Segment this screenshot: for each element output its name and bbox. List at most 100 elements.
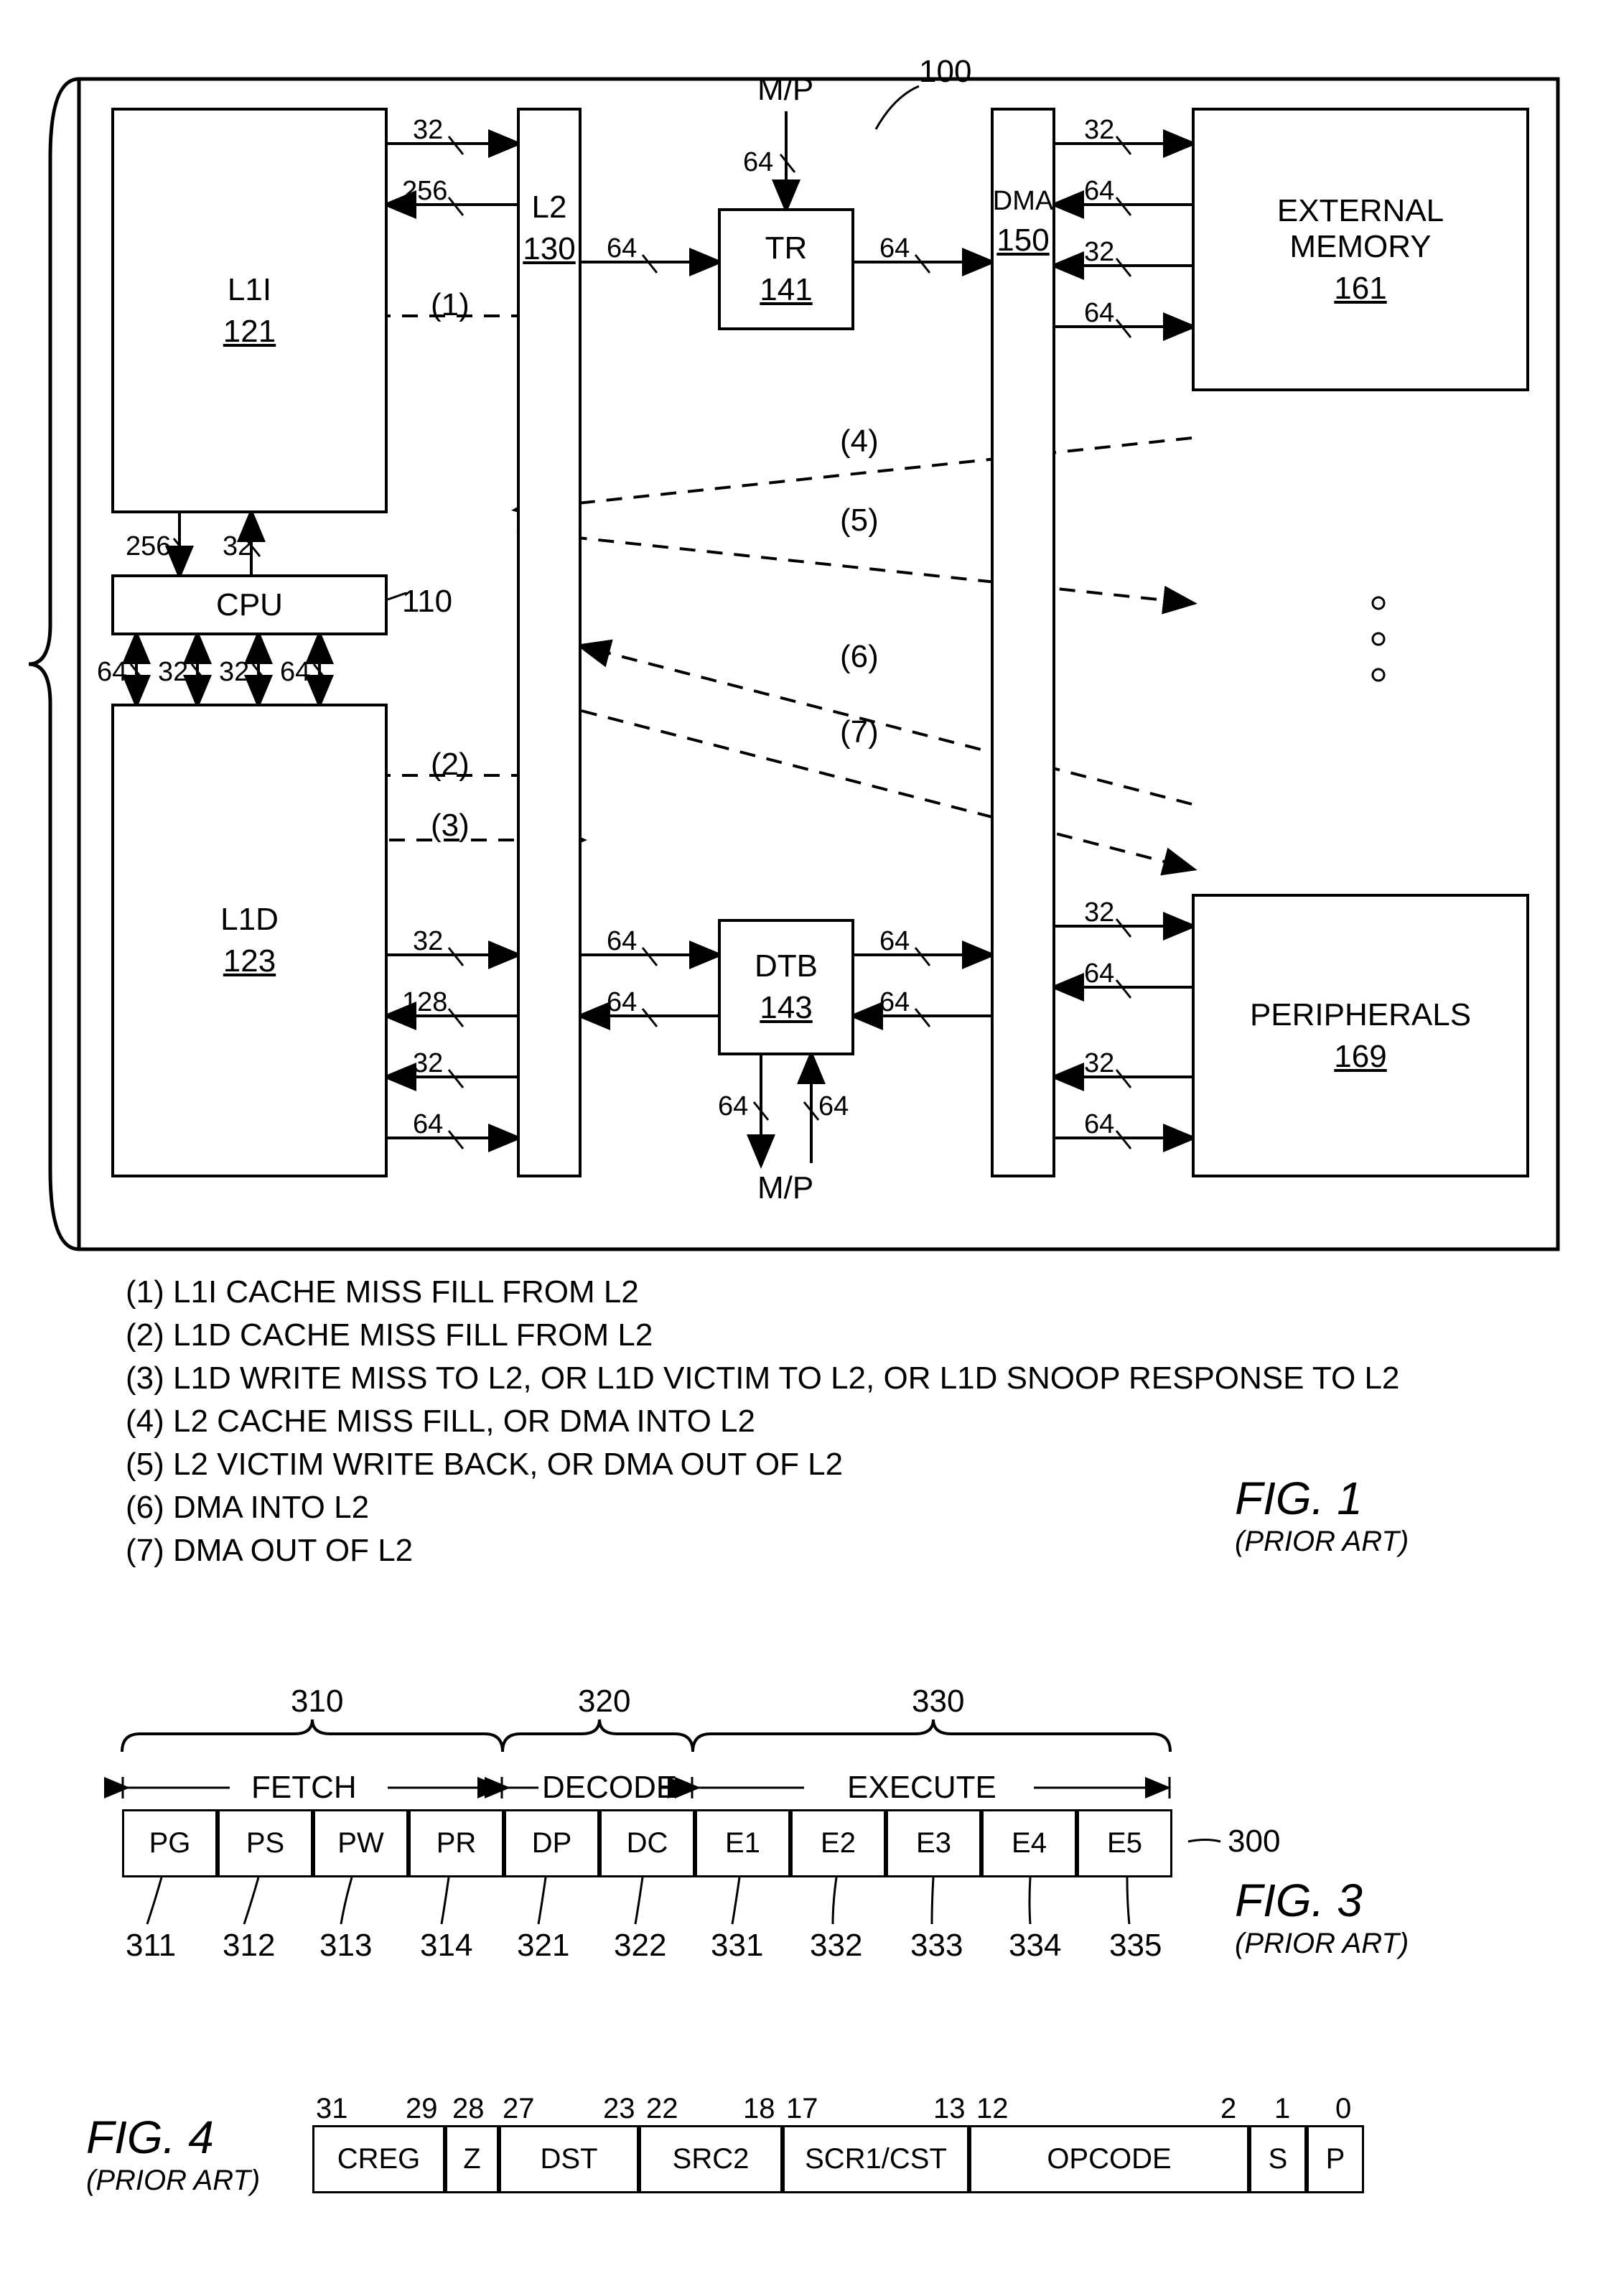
block-dma: DMA 150 <box>991 108 1055 1177</box>
bit-28: 28 <box>452 2093 485 2125</box>
block-l2-label: L2 <box>532 190 567 225</box>
block-extmem: EXTERNAL MEMORY 161 <box>1192 108 1529 391</box>
bit-18: 18 <box>743 2093 775 2125</box>
field-src2: SRC2 <box>639 2125 783 2193</box>
bw-dtb-dma-a: 64 <box>879 926 910 957</box>
block-cpu-label: CPU <box>216 587 283 623</box>
block-tr: TR 141 <box>718 208 854 330</box>
bit-27: 27 <box>503 2093 535 2125</box>
block-l1d-ref: 123 <box>223 943 276 979</box>
fig3-ref-320: 320 <box>578 1684 630 1719</box>
fig3-ref-330: 330 <box>912 1684 964 1719</box>
bw-tr-dma: 64 <box>879 233 910 264</box>
bw-dma-per-d: 64 <box>1084 1109 1114 1140</box>
bw-l1i-l2-b: 256 <box>402 176 447 207</box>
legend-6: (6) DMA INTO L2 <box>126 1486 369 1529</box>
bw-l2-dtb-b: 64 <box>607 987 637 1018</box>
ref-333: 333 <box>910 1928 963 1964</box>
field-creg: CREG <box>312 2125 445 2193</box>
bw-l2-tr: 64 <box>607 233 637 264</box>
fig3-title: FIG. 3 <box>1235 1874 1363 1927</box>
stage-dc: DC <box>599 1809 695 1877</box>
stage-e2: E2 <box>790 1809 886 1877</box>
ref-311: 311 <box>126 1928 176 1964</box>
stage-e3: E3 <box>886 1809 981 1877</box>
bw-dma-per-b: 64 <box>1084 958 1114 989</box>
bw-l2-dtb-a: 64 <box>607 926 637 957</box>
dash-4: (4) <box>840 424 879 459</box>
dash-2: (2) <box>431 747 470 783</box>
legend-7: (7) DMA OUT OF L2 <box>126 1529 413 1572</box>
bw-l1d-l2-c: 32 <box>413 1048 443 1079</box>
ref-335: 335 <box>1109 1928 1162 1964</box>
bw-l1i-l2-a: 32 <box>413 115 443 146</box>
bw-l1d-l2-b: 128 <box>402 987 447 1018</box>
ref-331: 331 <box>711 1928 763 1964</box>
block-dtb-ref: 143 <box>760 990 812 1026</box>
bit-12: 12 <box>976 2093 1009 2125</box>
field-dst: DST <box>499 2125 639 2193</box>
block-l1i-ref: 121 <box>223 314 276 350</box>
phase-execute: EXECUTE <box>847 1770 996 1806</box>
bw-l1d-l2-a: 32 <box>413 926 443 957</box>
dash-1: (1) <box>431 287 470 323</box>
bw-cpu-l1d-3: 32 <box>219 657 249 688</box>
legend-5: (5) L2 VICTIM WRITE BACK, OR DMA OUT OF … <box>126 1443 843 1485</box>
bit-13: 13 <box>933 2093 966 2125</box>
bit-23: 23 <box>603 2093 635 2125</box>
ref-cpu: 110 <box>402 584 452 620</box>
bw-dma-ext-a: 32 <box>1084 115 1114 146</box>
stage-ps: PS <box>218 1809 313 1877</box>
block-cpu: CPU <box>111 574 388 635</box>
legend-4: (4) L2 CACHE MISS FILL, OR DMA INTO L2 <box>126 1400 755 1442</box>
block-extmem-label: EXTERNAL MEMORY <box>1277 193 1444 265</box>
field-src1: SCR1/CST <box>783 2125 969 2193</box>
block-dtb: DTB 143 <box>718 919 854 1055</box>
block-dma-label: DMA <box>993 186 1053 217</box>
bit-0: 0 <box>1335 2093 1351 2125</box>
bw-cpu-l1d-1: 64 <box>97 657 127 688</box>
block-tr-label: TR <box>765 230 808 266</box>
ref-321: 321 <box>517 1928 569 1964</box>
bit-17: 17 <box>786 2093 818 2125</box>
dash-5: (5) <box>840 503 879 538</box>
mp-top: M/P <box>757 72 813 108</box>
mp-bot: M/P <box>757 1170 813 1206</box>
stage-e5: E5 <box>1077 1809 1172 1877</box>
bw-dtb-dma-b: 64 <box>879 987 910 1018</box>
bw-tr-mp: 64 <box>743 147 773 178</box>
ref-100: 100 <box>919 54 971 90</box>
dash-3: (3) <box>431 808 470 844</box>
block-periph-ref: 169 <box>1334 1039 1386 1075</box>
block-l1i: L1I 121 <box>111 108 388 513</box>
field-opcode: OPCODE <box>969 2125 1249 2193</box>
fig1-title: FIG. 1 <box>1235 1472 1363 1525</box>
block-periph: PERIPHERALS 169 <box>1192 894 1529 1177</box>
bit-31: 31 <box>316 2093 348 2125</box>
legend-2: (2) L1D CACHE MISS FILL FROM L2 <box>126 1314 653 1356</box>
field-s: S <box>1249 2125 1307 2193</box>
fig4-title: FIG. 4 <box>86 2111 214 2164</box>
field-z: Z <box>445 2125 499 2193</box>
ref-332: 332 <box>810 1928 862 1964</box>
bw-dma-per-c: 32 <box>1084 1048 1114 1079</box>
fig4-subtitle: (PRIOR ART) <box>86 2165 260 2197</box>
dash-6: (6) <box>840 639 879 675</box>
bw-dma-ext-d: 64 <box>1084 298 1114 329</box>
ref-313: 313 <box>319 1928 372 1964</box>
bw-dtb-mp-b: 64 <box>818 1091 849 1122</box>
block-periph-label: PERIPHERALS <box>1250 997 1471 1033</box>
ref-300: 300 <box>1228 1824 1280 1859</box>
bw-dma-ext-b: 64 <box>1084 176 1114 207</box>
ref-334: 334 <box>1009 1928 1061 1964</box>
bw-dma-ext-c: 32 <box>1084 237 1114 268</box>
block-l1d: L1D 123 <box>111 704 388 1177</box>
bw-dma-per-a: 32 <box>1084 897 1114 928</box>
legend-1: (1) L1I CACHE MISS FILL FROM L2 <box>126 1271 639 1313</box>
bw-l1i-cpu-a: 256 <box>126 531 171 562</box>
block-dtb-label: DTB <box>755 948 818 984</box>
block-l1i-label: L1I <box>228 272 271 308</box>
stage-pg: PG <box>122 1809 218 1877</box>
ref-322: 322 <box>614 1928 666 1964</box>
ref-312: 312 <box>223 1928 275 1964</box>
